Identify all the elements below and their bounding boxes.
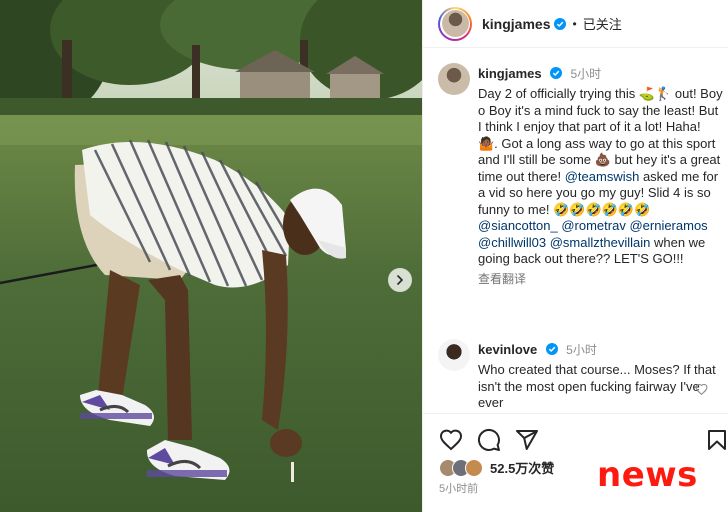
verified-badge-icon: [550, 67, 563, 79]
comment-like-heart-icon[interactable]: [695, 383, 708, 396]
comment-avatar[interactable]: [438, 339, 470, 371]
mention-link[interactable]: @chillwill03: [478, 235, 546, 250]
next-slide-button[interactable]: [388, 268, 412, 292]
verified-badge-icon: [545, 343, 558, 355]
comment-item: kevinlove 5小时 Who created that course...…: [438, 339, 728, 413]
post-timestamp: 5小时前: [439, 483, 479, 495]
golf-photo: [0, 0, 422, 512]
chevron-right-icon: [397, 275, 404, 285]
author-username[interactable]: kingjames: [482, 16, 550, 32]
bookmark-icon[interactable]: [705, 428, 728, 452]
comment-text: Who created that course... Moses? If tha…: [478, 362, 716, 410]
comment-icon[interactable]: [477, 428, 501, 452]
caption-avatar[interactable]: [438, 63, 470, 95]
following-button[interactable]: 已关注: [583, 14, 622, 33]
likes-count[interactable]: 52.5万次赞: [490, 458, 554, 477]
comments-section: kingjames 5小时 Day 2 of officially trying…: [423, 49, 728, 413]
caption-text: Day 2 of officially trying this ⛳🏌 out! …: [478, 86, 723, 268]
news-watermark: news: [597, 455, 698, 495]
post-media[interactable]: [0, 0, 422, 512]
liker-avatar: [465, 458, 483, 477]
comment-username[interactable]: kevinlove: [478, 342, 537, 357]
separator-dot: •: [572, 16, 577, 31]
see-translation-link[interactable]: 查看翻译: [478, 270, 723, 287]
verified-badge-icon: [554, 17, 567, 30]
post-actions-bar: [423, 413, 728, 451]
comment-time: 5小时: [566, 343, 597, 357]
share-icon[interactable]: [515, 428, 539, 452]
heart-icon[interactable]: [439, 428, 463, 452]
mention-link[interactable]: @smallzthevillain: [550, 235, 651, 250]
caption-time: 5小时: [570, 67, 602, 81]
post-header: kingjames • 已关注: [423, 0, 728, 48]
likes-row[interactable]: 52.5万次赞: [439, 458, 554, 477]
mention-link[interactable]: @siancotton_: [478, 218, 558, 233]
author-avatar[interactable]: [438, 6, 472, 41]
mention-link[interactable]: @rometrav: [561, 218, 626, 233]
mention-link[interactable]: @ernieramos: [629, 218, 707, 233]
mention-link[interactable]: @teamswish: [565, 169, 640, 184]
caption-username[interactable]: kingjames: [478, 66, 542, 81]
post-sidebar: kingjames • 已关注 kingjames 5小时 Day 2 of o…: [422, 0, 728, 512]
